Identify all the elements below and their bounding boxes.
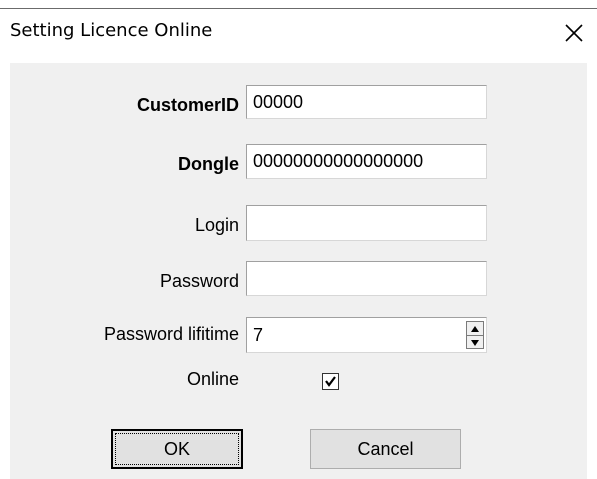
dongle-label: Dongle: [178, 154, 239, 174]
customer-id-input[interactable]: [246, 85, 487, 119]
dialog-window: Setting Licence Online CustomerID Dongle…: [0, 0, 597, 479]
title-bar[interactable]: Setting Licence Online: [0, 10, 597, 58]
login-label: Login: [194, 215, 239, 235]
close-icon: [565, 24, 583, 42]
dongle-input[interactable]: [246, 144, 487, 179]
online-checkbox[interactable]: [322, 373, 339, 390]
cancel-button[interactable]: Cancel: [310, 429, 461, 469]
dialog-body: CustomerID Dongle Login Password Passwor…: [10, 63, 587, 479]
spin-down-icon: [471, 340, 479, 346]
spin-up-button[interactable]: [467, 322, 483, 335]
ok-button-label: OK: [163, 439, 190, 459]
checkmark-icon: [325, 376, 336, 387]
password-label: Password: [159, 271, 239, 291]
login-input[interactable]: [246, 205, 487, 241]
password-lifetime-input[interactable]: [246, 317, 487, 353]
password-input[interactable]: [246, 261, 487, 296]
spin-up-icon: [471, 326, 479, 332]
cancel-button-label: Cancel: [357, 439, 414, 459]
password-lifetime-label: Password lifitime: [103, 324, 239, 344]
ok-button[interactable]: OK: [111, 429, 243, 469]
parent-window-edge: [0, 0, 597, 10]
close-button[interactable]: [557, 16, 591, 50]
customer-id-label: CustomerID: [136, 95, 239, 115]
window-title: Setting Licence Online: [10, 20, 213, 41]
password-lifetime-spinner[interactable]: [466, 321, 484, 349]
online-label: Online: [186, 369, 239, 389]
spin-down-button[interactable]: [467, 336, 483, 349]
